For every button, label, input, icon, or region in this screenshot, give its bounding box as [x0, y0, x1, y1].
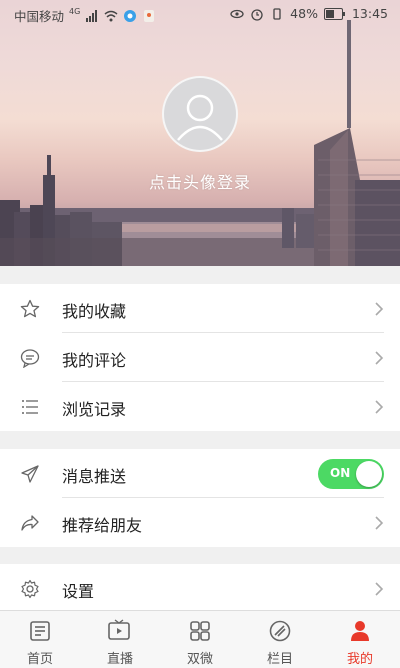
- person-icon: [351, 621, 369, 641]
- send-icon: [21, 465, 39, 483]
- chevron-right-icon: [375, 351, 384, 365]
- live-video-icon: [108, 619, 130, 640]
- wifi-icon: [104, 10, 118, 21]
- status-bar: 中国移动 4G 48% 13:45: [0, 0, 400, 28]
- menu-group-social: 消息推送 ON 推荐给朋友: [0, 449, 400, 547]
- nav-label: 栏目: [266, 652, 293, 667]
- network-type: 4G: [69, 7, 81, 16]
- clock-time: 13:45: [351, 6, 388, 21]
- menu-item-label: 推荐给朋友: [62, 516, 143, 535]
- menu-item-push-notifications: 消息推送 ON: [0, 449, 400, 498]
- nav-columns[interactable]: 栏目: [240, 611, 320, 668]
- nav-label: 我的: [346, 652, 373, 667]
- grid-icon: [190, 621, 210, 641]
- gear-icon: [21, 579, 39, 599]
- vibrate-icon: [273, 7, 281, 20]
- menu-item-label: 我的收藏: [62, 302, 127, 321]
- star-icon: [20, 299, 40, 318]
- avatar[interactable]: [162, 76, 238, 152]
- chevron-right-icon: [375, 582, 384, 596]
- battery-icon: [323, 7, 345, 20]
- comment-icon: [20, 349, 40, 368]
- battery-percent: 48%: [290, 6, 318, 21]
- news-icon: [30, 621, 50, 641]
- menu-group-personal: 我的收藏 我的评论 浏览记录: [0, 284, 400, 431]
- profile-header: 中国移动 4G 48% 13:45 点击头像登录: [0, 0, 400, 266]
- share-icon: [21, 515, 39, 531]
- chevron-right-icon: [375, 516, 384, 530]
- menu-item-label: 设置: [62, 582, 95, 601]
- carrier-label: 中国移动: [14, 9, 65, 24]
- menu-item-label: 浏览记录: [62, 400, 127, 419]
- toggle-state-label: ON: [330, 466, 351, 480]
- nav-label: 双微: [186, 652, 213, 667]
- app-notification-icon: [124, 9, 137, 22]
- toggle-knob: [356, 461, 382, 487]
- nav-mine[interactable]: 我的: [320, 611, 400, 668]
- login-prompt[interactable]: 点击头像登录: [0, 169, 400, 193]
- push-toggle-switch[interactable]: ON: [318, 459, 384, 489]
- nav-label: 首页: [26, 652, 53, 667]
- menu-group-settings: 设置: [0, 564, 400, 610]
- alarm-icon: [251, 8, 263, 21]
- nav-label: 直播: [106, 652, 133, 667]
- list-icon: [22, 400, 38, 414]
- nav-weibo-wechat[interactable]: 双微: [160, 611, 240, 668]
- eye-icon: [230, 9, 244, 18]
- menu-item-label: 消息推送: [62, 467, 127, 486]
- column-icon: [269, 620, 291, 642]
- chevron-right-icon: [375, 302, 384, 316]
- chevron-right-icon: [375, 400, 384, 414]
- menu-item-recommend[interactable]: 推荐给朋友: [0, 498, 400, 547]
- default-user-icon: [177, 94, 223, 141]
- menu-item-settings[interactable]: 设置: [0, 564, 400, 610]
- nav-home[interactable]: 首页: [0, 611, 80, 668]
- nav-live[interactable]: 直播: [80, 611, 160, 668]
- signal-icon: [86, 9, 98, 22]
- menu-item-history[interactable]: 浏览记录: [0, 382, 400, 431]
- menu-item-favorites[interactable]: 我的收藏: [0, 284, 400, 333]
- menu-item-comments[interactable]: 我的评论: [0, 333, 400, 382]
- app-notification-icon-2: [144, 9, 155, 22]
- menu-item-label: 我的评论: [62, 351, 127, 370]
- bottom-navigation: 首页 直播 双微 栏目 我的: [0, 610, 400, 668]
